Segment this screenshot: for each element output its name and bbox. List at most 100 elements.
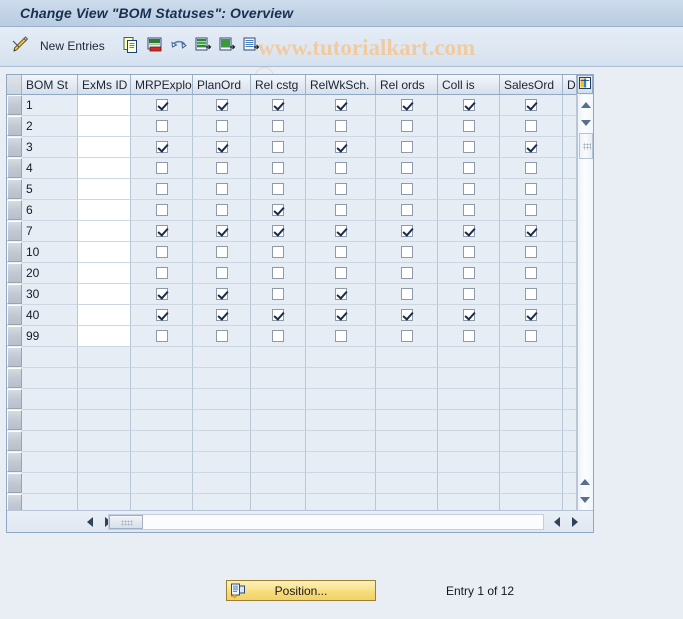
checkbox-salesord[interactable] [525, 99, 537, 111]
undo-button[interactable] [170, 33, 188, 59]
table-cell-planord[interactable] [193, 326, 251, 347]
table-cell-relords[interactable] [376, 305, 438, 326]
checkbox-mrpexplo[interactable] [155, 162, 168, 174]
table-cell-exms_id-input[interactable] [78, 137, 131, 158]
table-cell-planord[interactable] [193, 116, 251, 137]
table-cell-exms_id-input[interactable] [78, 158, 131, 179]
table-cell-relords[interactable] [376, 200, 438, 221]
table-cell-relords[interactable] [376, 158, 438, 179]
table-cell-salesord[interactable] [500, 179, 563, 200]
row-selector-button[interactable] [7, 158, 22, 178]
checkbox-mrpexplo[interactable] [155, 246, 168, 258]
table-cell-exms_id-input[interactable] [78, 242, 131, 263]
horizontal-scroll-thumb[interactable] [109, 515, 143, 529]
table-cell-relwksch[interactable] [306, 137, 376, 158]
checkbox-relcstg[interactable] [272, 246, 284, 258]
checkbox-mrpexplo[interactable] [155, 99, 168, 111]
checkbox-salesord[interactable] [525, 309, 537, 321]
checkbox-mrpexplo[interactable] [155, 225, 168, 237]
table-cell-planord[interactable] [193, 179, 251, 200]
row-selector-button[interactable] [7, 263, 22, 283]
table-row[interactable]: 99 [7, 326, 577, 347]
column-header-exms_id[interactable]: ExMs ID [78, 75, 131, 95]
column-header-planord[interactable]: PlanOrd [193, 75, 251, 95]
table-cell-mrpexplo[interactable] [131, 305, 193, 326]
table-cell-bom_st[interactable]: 6 [22, 200, 78, 221]
table-cell-relwksch[interactable] [306, 284, 376, 305]
table-cell-relcstg[interactable] [251, 158, 306, 179]
checkbox-relwksch[interactable] [334, 141, 347, 153]
checkbox-collis[interactable] [462, 246, 475, 258]
table-cell-salesord[interactable] [500, 305, 563, 326]
table-cell-planord[interactable] [193, 137, 251, 158]
checkbox-relwksch[interactable] [334, 288, 347, 300]
table-cell-collis[interactable] [438, 179, 500, 200]
vertical-scroll-thumb[interactable] [579, 133, 593, 159]
table-cell-exms_id-input[interactable] [78, 200, 131, 221]
row-selector-button[interactable] [7, 95, 22, 115]
table-cell-exms_id-input[interactable] [78, 221, 131, 242]
table-cell-relwksch[interactable] [306, 200, 376, 221]
checkbox-relcstg[interactable] [272, 204, 284, 216]
checkbox-relcstg[interactable] [272, 99, 284, 111]
horizontal-scroll-track[interactable] [108, 514, 544, 530]
table-row[interactable] [7, 368, 577, 389]
table-cell-dis[interactable] [563, 305, 577, 326]
checkbox-planord[interactable] [215, 162, 228, 174]
checkbox-planord[interactable] [215, 288, 228, 300]
table-cell-relwksch[interactable] [306, 242, 376, 263]
table-cell-relcstg[interactable] [251, 200, 306, 221]
table-cell-relcstg[interactable] [251, 137, 306, 158]
checkbox-relcstg[interactable] [272, 162, 284, 174]
table-cell-dis[interactable] [563, 284, 577, 305]
table-cell-bom_st[interactable]: 30 [22, 284, 78, 305]
checkbox-collis[interactable] [462, 225, 475, 237]
table-cell-planord[interactable] [193, 284, 251, 305]
checkbox-relords[interactable] [400, 267, 413, 279]
checkbox-relords[interactable] [400, 246, 413, 258]
table-cell-dis[interactable] [563, 95, 577, 116]
table-cell-bom_st[interactable]: 1 [22, 95, 78, 116]
table-cell-relords[interactable] [376, 116, 438, 137]
table-cell-planord[interactable] [193, 263, 251, 284]
row-selector-button[interactable] [7, 368, 22, 388]
checkbox-relwksch[interactable] [334, 204, 347, 216]
row-selector-button[interactable] [7, 473, 22, 493]
checkbox-mrpexplo[interactable] [155, 204, 168, 216]
checkbox-collis[interactable] [462, 288, 475, 300]
table-cell-relcstg[interactable] [251, 221, 306, 242]
checkbox-relords[interactable] [400, 330, 413, 342]
table-row[interactable] [7, 431, 577, 452]
checkbox-salesord[interactable] [525, 162, 537, 174]
table-cell-salesord[interactable] [500, 284, 563, 305]
checkbox-relwksch[interactable] [334, 246, 347, 258]
row-selector-button[interactable] [7, 326, 22, 346]
checkbox-planord[interactable] [215, 183, 228, 195]
table-cell-exms_id-input[interactable] [78, 263, 131, 284]
checkbox-relwksch[interactable] [334, 309, 347, 321]
scroll-left-button[interactable] [83, 515, 96, 529]
table-cell-relcstg[interactable] [251, 263, 306, 284]
table-cell-planord[interactable] [193, 158, 251, 179]
table-cell-relords[interactable] [376, 179, 438, 200]
checkbox-salesord[interactable] [525, 141, 537, 153]
table-cell-dis[interactable] [563, 179, 577, 200]
scroll-down-button[interactable] [579, 115, 593, 130]
scroll-left-button-end[interactable] [550, 515, 563, 529]
checkbox-relwksch[interactable] [334, 162, 347, 174]
checkbox-salesord[interactable] [525, 204, 537, 216]
table-cell-salesord[interactable] [500, 116, 563, 137]
table-cell-exms_id-input[interactable] [78, 95, 131, 116]
table-cell-relwksch[interactable] [306, 179, 376, 200]
table-cell-mrpexplo[interactable] [131, 221, 193, 242]
table-cell-salesord[interactable] [500, 242, 563, 263]
row-selector-button[interactable] [7, 179, 22, 199]
checkbox-collis[interactable] [462, 141, 475, 153]
table-cell-collis[interactable] [438, 200, 500, 221]
table-cell-mrpexplo[interactable] [131, 116, 193, 137]
table-cell-mrpexplo[interactable] [131, 284, 193, 305]
scroll-up-button-bottom[interactable] [578, 474, 592, 489]
checkbox-salesord[interactable] [525, 120, 537, 132]
checkbox-planord[interactable] [215, 99, 228, 111]
table-row[interactable]: 5 [7, 179, 577, 200]
